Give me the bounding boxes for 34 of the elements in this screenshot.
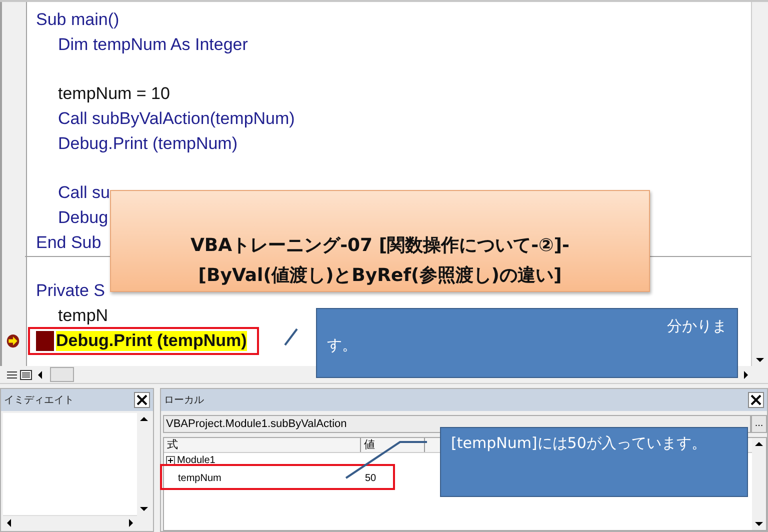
callout-text: す。 [327,336,358,355]
banner-title: [ByVal(値渡し)とByRef(参照渡し)の違い] [198,264,562,287]
close-icon[interactable] [134,392,150,408]
panel-title: ローカル [164,394,204,407]
code-line: Debug.Print (tempNum) [58,134,238,154]
panel-title: イミディエイト [4,394,74,407]
breakpoint-marker [36,330,54,351]
callout-text: [tempNum]には50が入っています。 [451,434,706,452]
code-line: Private S [36,281,105,302]
vertical-scrollbar[interactable] [752,438,766,530]
module-view-icon[interactable] [20,370,32,380]
horizontal-scrollbar[interactable] [3,515,137,529]
code-line: Dim tempNum As Integer [58,35,248,56]
vertical-scrollbar[interactable] [137,413,151,515]
code-line: Debug [58,208,108,228]
leader-line [284,328,298,346]
banner-title: VBAトレーニング-07 [関数操作について-②]- [190,234,570,257]
context-button[interactable]: ... [751,415,767,433]
code-line: tempNum = 10 [58,84,170,104]
expand-icon[interactable] [166,456,175,464]
code-line: End Sub [36,232,102,253]
procedure-view-icon[interactable] [6,370,18,380]
variable-name: tempNum [178,472,222,484]
column-header[interactable]: 式 [164,438,361,452]
column-header[interactable]: 値 [361,438,425,452]
code-line: Call subByValAction(tempNum) [58,109,295,130]
code-line: Sub main() [36,10,120,30]
callout-text: 分かりま [667,317,727,336]
scroll-down-icon[interactable] [756,358,764,362]
code-line: tempN [58,306,108,326]
close-icon[interactable] [748,392,764,408]
variable-name: Module1 [177,454,216,466]
variable-value: 50 [364,472,378,484]
code-line: Call su [58,183,110,204]
